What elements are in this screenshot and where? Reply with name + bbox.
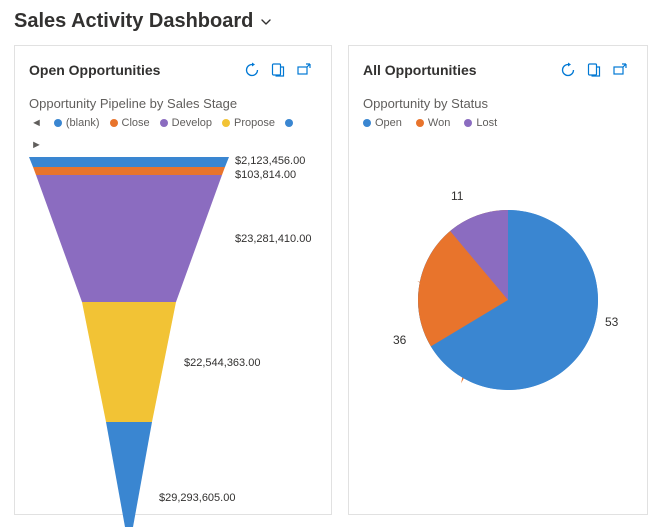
legend-prev-icon[interactable]: ◄ bbox=[29, 117, 44, 129]
funnel-label-last: $29,293,605.00 bbox=[159, 492, 235, 504]
funnel-chart: $2,123,456.00 $103,814.00 $23,281,410.00… bbox=[29, 157, 317, 527]
legend-label: Propose bbox=[234, 117, 275, 129]
legend-item-open[interactable]: Open bbox=[363, 117, 402, 129]
funnel-svg bbox=[29, 157, 229, 527]
expand-icon[interactable] bbox=[291, 58, 317, 82]
pie-label-open: 53 bbox=[605, 315, 618, 329]
open-opportunities-card: Open Opportunities Opportunity Pipeline … bbox=[14, 45, 332, 515]
page-title: Sales Activity Dashboard bbox=[14, 10, 253, 33]
pie-svg bbox=[363, 185, 633, 405]
legend-next-icon[interactable]: ► bbox=[29, 139, 44, 151]
funnel-legend: ◄ (blank) Close Develop Propose ► bbox=[29, 117, 317, 151]
legend-label: Won bbox=[428, 117, 450, 129]
legend-item-more[interactable] bbox=[285, 119, 293, 127]
legend-dot bbox=[110, 119, 118, 127]
pie-label-won: 36 bbox=[393, 333, 406, 347]
legend-label: Close bbox=[122, 117, 150, 129]
funnel-seg-last[interactable] bbox=[106, 422, 152, 527]
legend-item-lost[interactable]: Lost bbox=[464, 117, 497, 129]
page-title-row: Sales Activity Dashboard bbox=[14, 10, 658, 33]
dashboard-root: Sales Activity Dashboard Open Opportunit… bbox=[0, 0, 672, 527]
funnel-label-propose: $22,544,363.00 bbox=[184, 357, 260, 369]
legend-dot bbox=[416, 119, 424, 127]
refresh-icon[interactable] bbox=[239, 58, 265, 82]
legend-label: Lost bbox=[476, 117, 497, 129]
pie-chart-title: Opportunity by Status bbox=[363, 96, 633, 111]
legend-dot bbox=[363, 119, 371, 127]
funnel-label-blank: $2,123,456.00 bbox=[235, 155, 305, 167]
legend-item-develop[interactable]: Develop bbox=[160, 117, 212, 129]
legend-dot bbox=[464, 119, 472, 127]
expand-icon[interactable] bbox=[607, 58, 633, 82]
card-header: All Opportunities bbox=[363, 58, 633, 82]
view-records-icon[interactable] bbox=[265, 58, 291, 82]
cards-row: Open Opportunities Opportunity Pipeline … bbox=[14, 45, 658, 515]
funnel-label-develop: $23,281,410.00 bbox=[235, 233, 311, 245]
legend-dot bbox=[160, 119, 168, 127]
funnel-seg-develop[interactable] bbox=[36, 175, 222, 302]
all-opportunities-card: All Opportunities Opportunity by Status … bbox=[348, 45, 648, 515]
card-title: All Opportunities bbox=[363, 62, 555, 78]
funnel-chart-title: Opportunity Pipeline by Sales Stage bbox=[29, 96, 317, 111]
legend-item-won[interactable]: Won bbox=[416, 117, 450, 129]
pie-legend: Open Won Lost bbox=[363, 117, 633, 129]
legend-dot bbox=[222, 119, 230, 127]
legend-label: Develop bbox=[172, 117, 212, 129]
card-title: Open Opportunities bbox=[29, 62, 239, 78]
pie-chart: 53 36 11 bbox=[363, 185, 633, 425]
funnel-label-close: $103,814.00 bbox=[235, 169, 296, 181]
funnel-seg-propose[interactable] bbox=[82, 302, 176, 422]
funnel-seg-blank[interactable] bbox=[29, 157, 229, 167]
legend-item-blank[interactable]: (blank) bbox=[54, 117, 100, 129]
view-records-icon[interactable] bbox=[581, 58, 607, 82]
legend-label: Open bbox=[375, 117, 402, 129]
chevron-down-icon[interactable] bbox=[259, 15, 273, 29]
legend-label: (blank) bbox=[66, 117, 100, 129]
card-header: Open Opportunities bbox=[29, 58, 317, 82]
legend-dot bbox=[54, 119, 62, 127]
refresh-icon[interactable] bbox=[555, 58, 581, 82]
legend-item-propose[interactable]: Propose bbox=[222, 117, 275, 129]
legend-dot bbox=[285, 119, 293, 127]
pie-label-lost: 11 bbox=[451, 189, 463, 203]
funnel-seg-close[interactable] bbox=[33, 167, 225, 175]
legend-item-close[interactable]: Close bbox=[110, 117, 150, 129]
